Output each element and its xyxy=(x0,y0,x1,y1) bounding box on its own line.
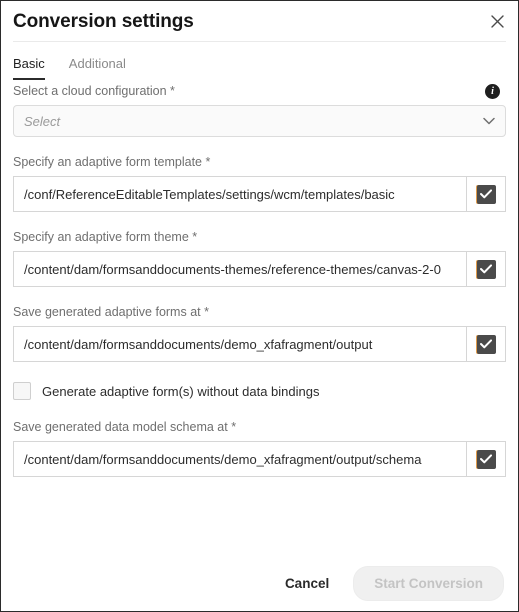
form-theme-checkbox[interactable] xyxy=(466,251,506,287)
chevron-down-icon xyxy=(483,117,495,125)
check-icon xyxy=(476,184,496,204)
form-theme-row: /content/dam/formsanddocuments-themes/re… xyxy=(13,251,506,287)
tab-basic[interactable]: Basic xyxy=(13,57,45,80)
start-conversion-button[interactable]: Start Conversion xyxy=(353,565,504,601)
check-icon xyxy=(476,259,496,279)
check-icon xyxy=(476,334,496,354)
schema-output-row: /content/dam/formsanddocuments/demo_xfaf… xyxy=(13,441,506,477)
dialog-header: Conversion settings xyxy=(1,1,518,41)
cloud-config-label: Select a cloud configuration * xyxy=(13,84,175,98)
cloud-config-label-row: Select a cloud configuration * i xyxy=(13,84,506,99)
dialog-title: Conversion settings xyxy=(13,10,194,32)
tab-additional[interactable]: Additional xyxy=(69,57,126,80)
form-theme-label: Specify an adaptive form theme * xyxy=(13,230,198,244)
schema-output-checkbox[interactable] xyxy=(466,441,506,477)
dialog-body: Select a cloud configuration * i Select … xyxy=(1,84,518,477)
check-icon xyxy=(476,449,496,469)
cloud-config-select[interactable]: Select xyxy=(13,105,506,137)
form-template-label: Specify an adaptive form template * xyxy=(13,155,211,169)
no-data-bindings-label: Generate adaptive form(s) without data b… xyxy=(42,383,320,399)
forms-output-input[interactable]: /content/dam/formsanddocuments/demo_xfaf… xyxy=(13,326,466,362)
forms-output-checkbox[interactable] xyxy=(466,326,506,362)
no-data-bindings-row[interactable]: Generate adaptive form(s) without data b… xyxy=(13,380,506,400)
forms-output-row: /content/dam/formsanddocuments/demo_xfaf… xyxy=(13,326,506,362)
schema-output-label: Save generated data model schema at * xyxy=(13,420,237,434)
tab-bar: Basic Additional xyxy=(1,42,518,84)
dialog-footer: Cancel Start Conversion xyxy=(1,555,518,611)
form-template-input[interactable]: /conf/ReferenceEditableTemplates/setting… xyxy=(13,176,466,212)
conversion-settings-dialog: Conversion settings Basic Additional Sel… xyxy=(0,0,519,612)
forms-output-label: Save generated adaptive forms at * xyxy=(13,305,209,319)
cloud-config-placeholder: Select xyxy=(24,113,61,129)
form-template-row: /conf/ReferenceEditableTemplates/setting… xyxy=(13,176,506,212)
close-icon[interactable] xyxy=(486,10,508,32)
info-icon[interactable]: i xyxy=(485,84,500,99)
cancel-button[interactable]: Cancel xyxy=(275,568,339,599)
form-template-checkbox[interactable] xyxy=(466,176,506,212)
schema-output-input[interactable]: /content/dam/formsanddocuments/demo_xfaf… xyxy=(13,441,466,477)
no-data-bindings-checkbox[interactable] xyxy=(13,382,31,400)
form-theme-input[interactable]: /content/dam/formsanddocuments-themes/re… xyxy=(13,251,466,287)
